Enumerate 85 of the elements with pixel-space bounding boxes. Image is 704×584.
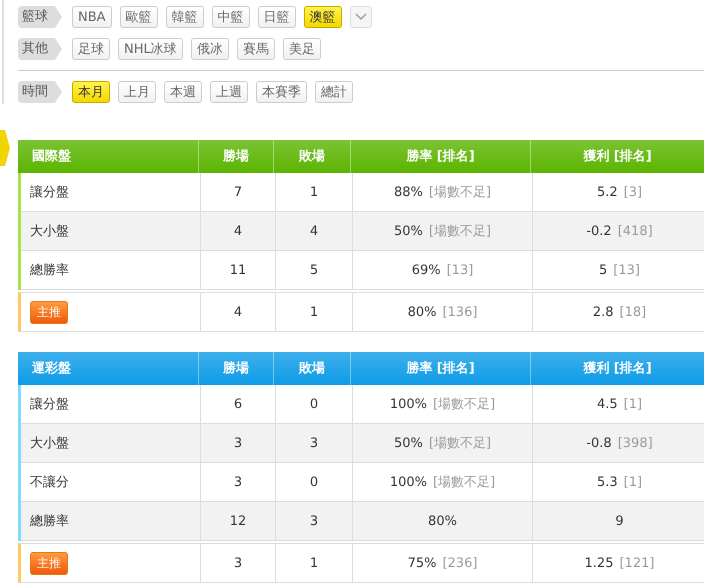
filter-option[interactable]: 總計 [315,81,353,103]
table-cell: 0 [276,385,353,423]
filter-option[interactable]: 本月 [72,81,110,103]
table-cell: 5 [276,251,353,289]
rank-text: [13] [446,262,474,278]
column-header: 國際盤 [31,148,72,166]
profit: 1.25 [584,556,614,570]
filter-label: 時間 [18,81,62,103]
table-cell: 不讓分 [21,463,201,501]
table-cell: 讓分盤 [21,385,201,423]
table-cell: 6 [201,385,276,423]
table-cell: 3 [201,463,276,501]
filter-option[interactable]: 賽馬 [236,38,275,60]
table-cell: 大小盤 [21,424,201,462]
win-rate: 80% [408,304,436,320]
table-cell: 3 [276,424,353,462]
table-cell: 4 [201,293,276,331]
table-cell: 3 [276,502,353,540]
filter-option[interactable]: 俄冰 [190,38,229,60]
win-rate: 100% [390,396,427,412]
rank-text: [1] [624,474,642,490]
filter-option[interactable]: 韓籃 [166,6,204,28]
dropdown-button[interactable] [350,6,372,28]
filter-option[interactable]: 本賽季 [256,81,307,103]
table-cell: 總勝率 [21,251,201,289]
table-cell: 4 [276,212,353,250]
rank-text: [13] [613,262,640,278]
table-cell: 3 [201,544,276,582]
win-rate: 75% [408,556,436,570]
filter-option[interactable]: NHL冰球 [118,38,183,60]
win-rate: 88% [394,184,423,200]
filter-option[interactable]: 日籃 [258,6,296,28]
table-cell: 12 [201,502,276,540]
table-cell: 0 [276,463,353,501]
win-rate: 69% [412,262,441,278]
rank-text: [場數不足] [433,474,496,491]
rank-text: [場數不足] [428,223,492,240]
profit: -0.2 [586,224,612,238]
table-cell: 大小盤 [21,212,201,250]
rank-text: [場數不足] [428,435,492,452]
rank-text: [1] [624,396,642,412]
rank-text: [場數不足] [433,396,496,413]
table-cell: 7 [201,173,276,211]
rank-text: [236] [442,556,478,570]
table-cell: 總勝率 [21,502,201,540]
profit: 5.2 [596,184,618,200]
profit: 4.5 [596,396,618,412]
profit: 5.3 [596,474,618,490]
rank-text: [場數不足] [428,184,492,201]
table-cell: 1 [276,293,353,331]
table-cell: 11 [201,251,276,289]
profit: 5 [599,262,608,278]
filter-option[interactable]: NBA [72,6,112,28]
filter-option[interactable]: 歐籃 [120,6,158,28]
rank-text: [18] [620,304,646,320]
table-cell: 3 [201,424,276,462]
win-rate: 100% [390,474,427,490]
profit: 2.8 [592,304,614,320]
win-rate: 50% [394,436,423,450]
table-cell: 1 [276,173,353,211]
filter-label: 籃球 [18,6,62,28]
filter-option[interactable]: 上月 [118,81,156,103]
chevron-down-icon [354,13,367,21]
profit: -0.8 [586,436,612,450]
filter-option[interactable]: 本週 [164,81,202,103]
table-cell: 1 [276,544,353,582]
win-rate: 80% [428,514,457,528]
filter-option[interactable]: 澳籃 [304,6,342,28]
win-rate: 50% [394,224,423,238]
filter-option[interactable]: 上週 [210,81,248,103]
filter-option[interactable]: 美足 [282,38,321,60]
filter-label: 其他 [18,38,62,60]
rank-text: [136] [442,304,478,320]
filter-option[interactable]: 中籃 [212,6,250,28]
featured-badge: 主推 [30,300,68,324]
rank-text: [418] [618,224,653,238]
column-header: 運彩盤 [31,360,72,378]
table-cell: 4 [201,212,276,250]
featured-badge: 主推 [30,552,68,574]
table-cell: 讓分盤 [21,173,201,211]
rank-text: [398] [618,436,653,450]
filter-option[interactable]: 足球 [72,38,110,60]
rank-text: [121] [619,556,654,570]
profit: 9 [615,514,624,528]
rank-text: [3] [624,184,642,200]
